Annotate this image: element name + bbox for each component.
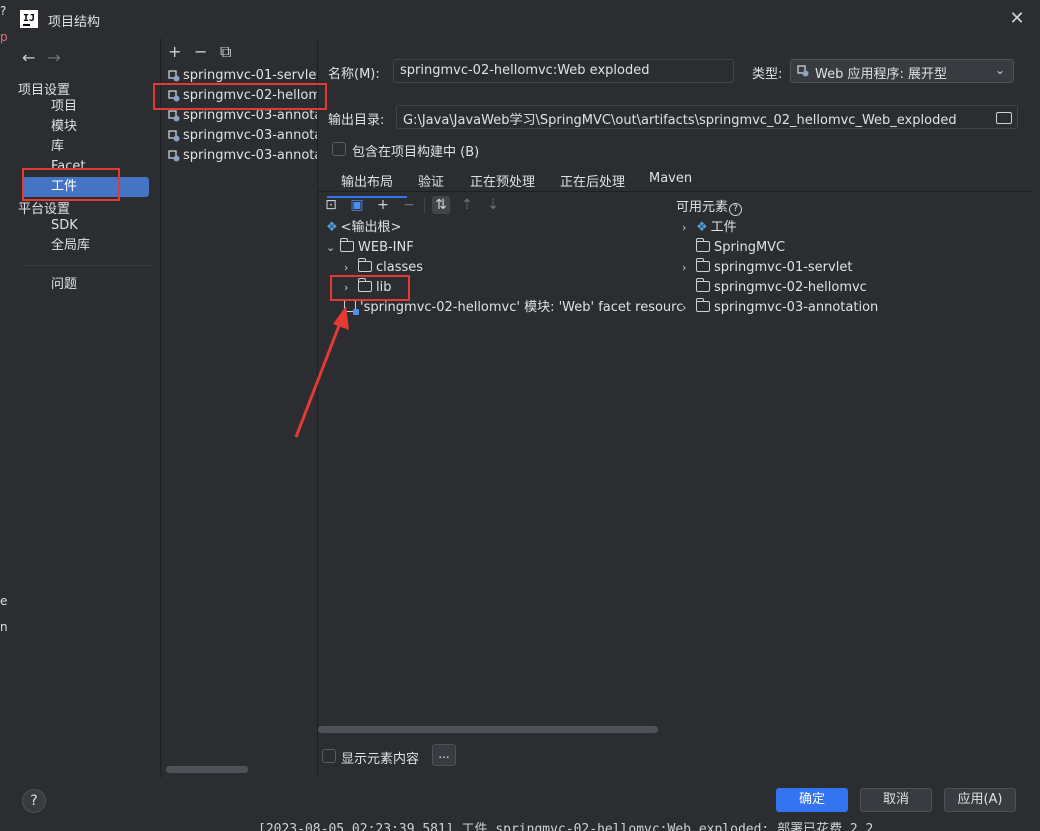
annotation-arrow-icon — [294, 306, 349, 438]
